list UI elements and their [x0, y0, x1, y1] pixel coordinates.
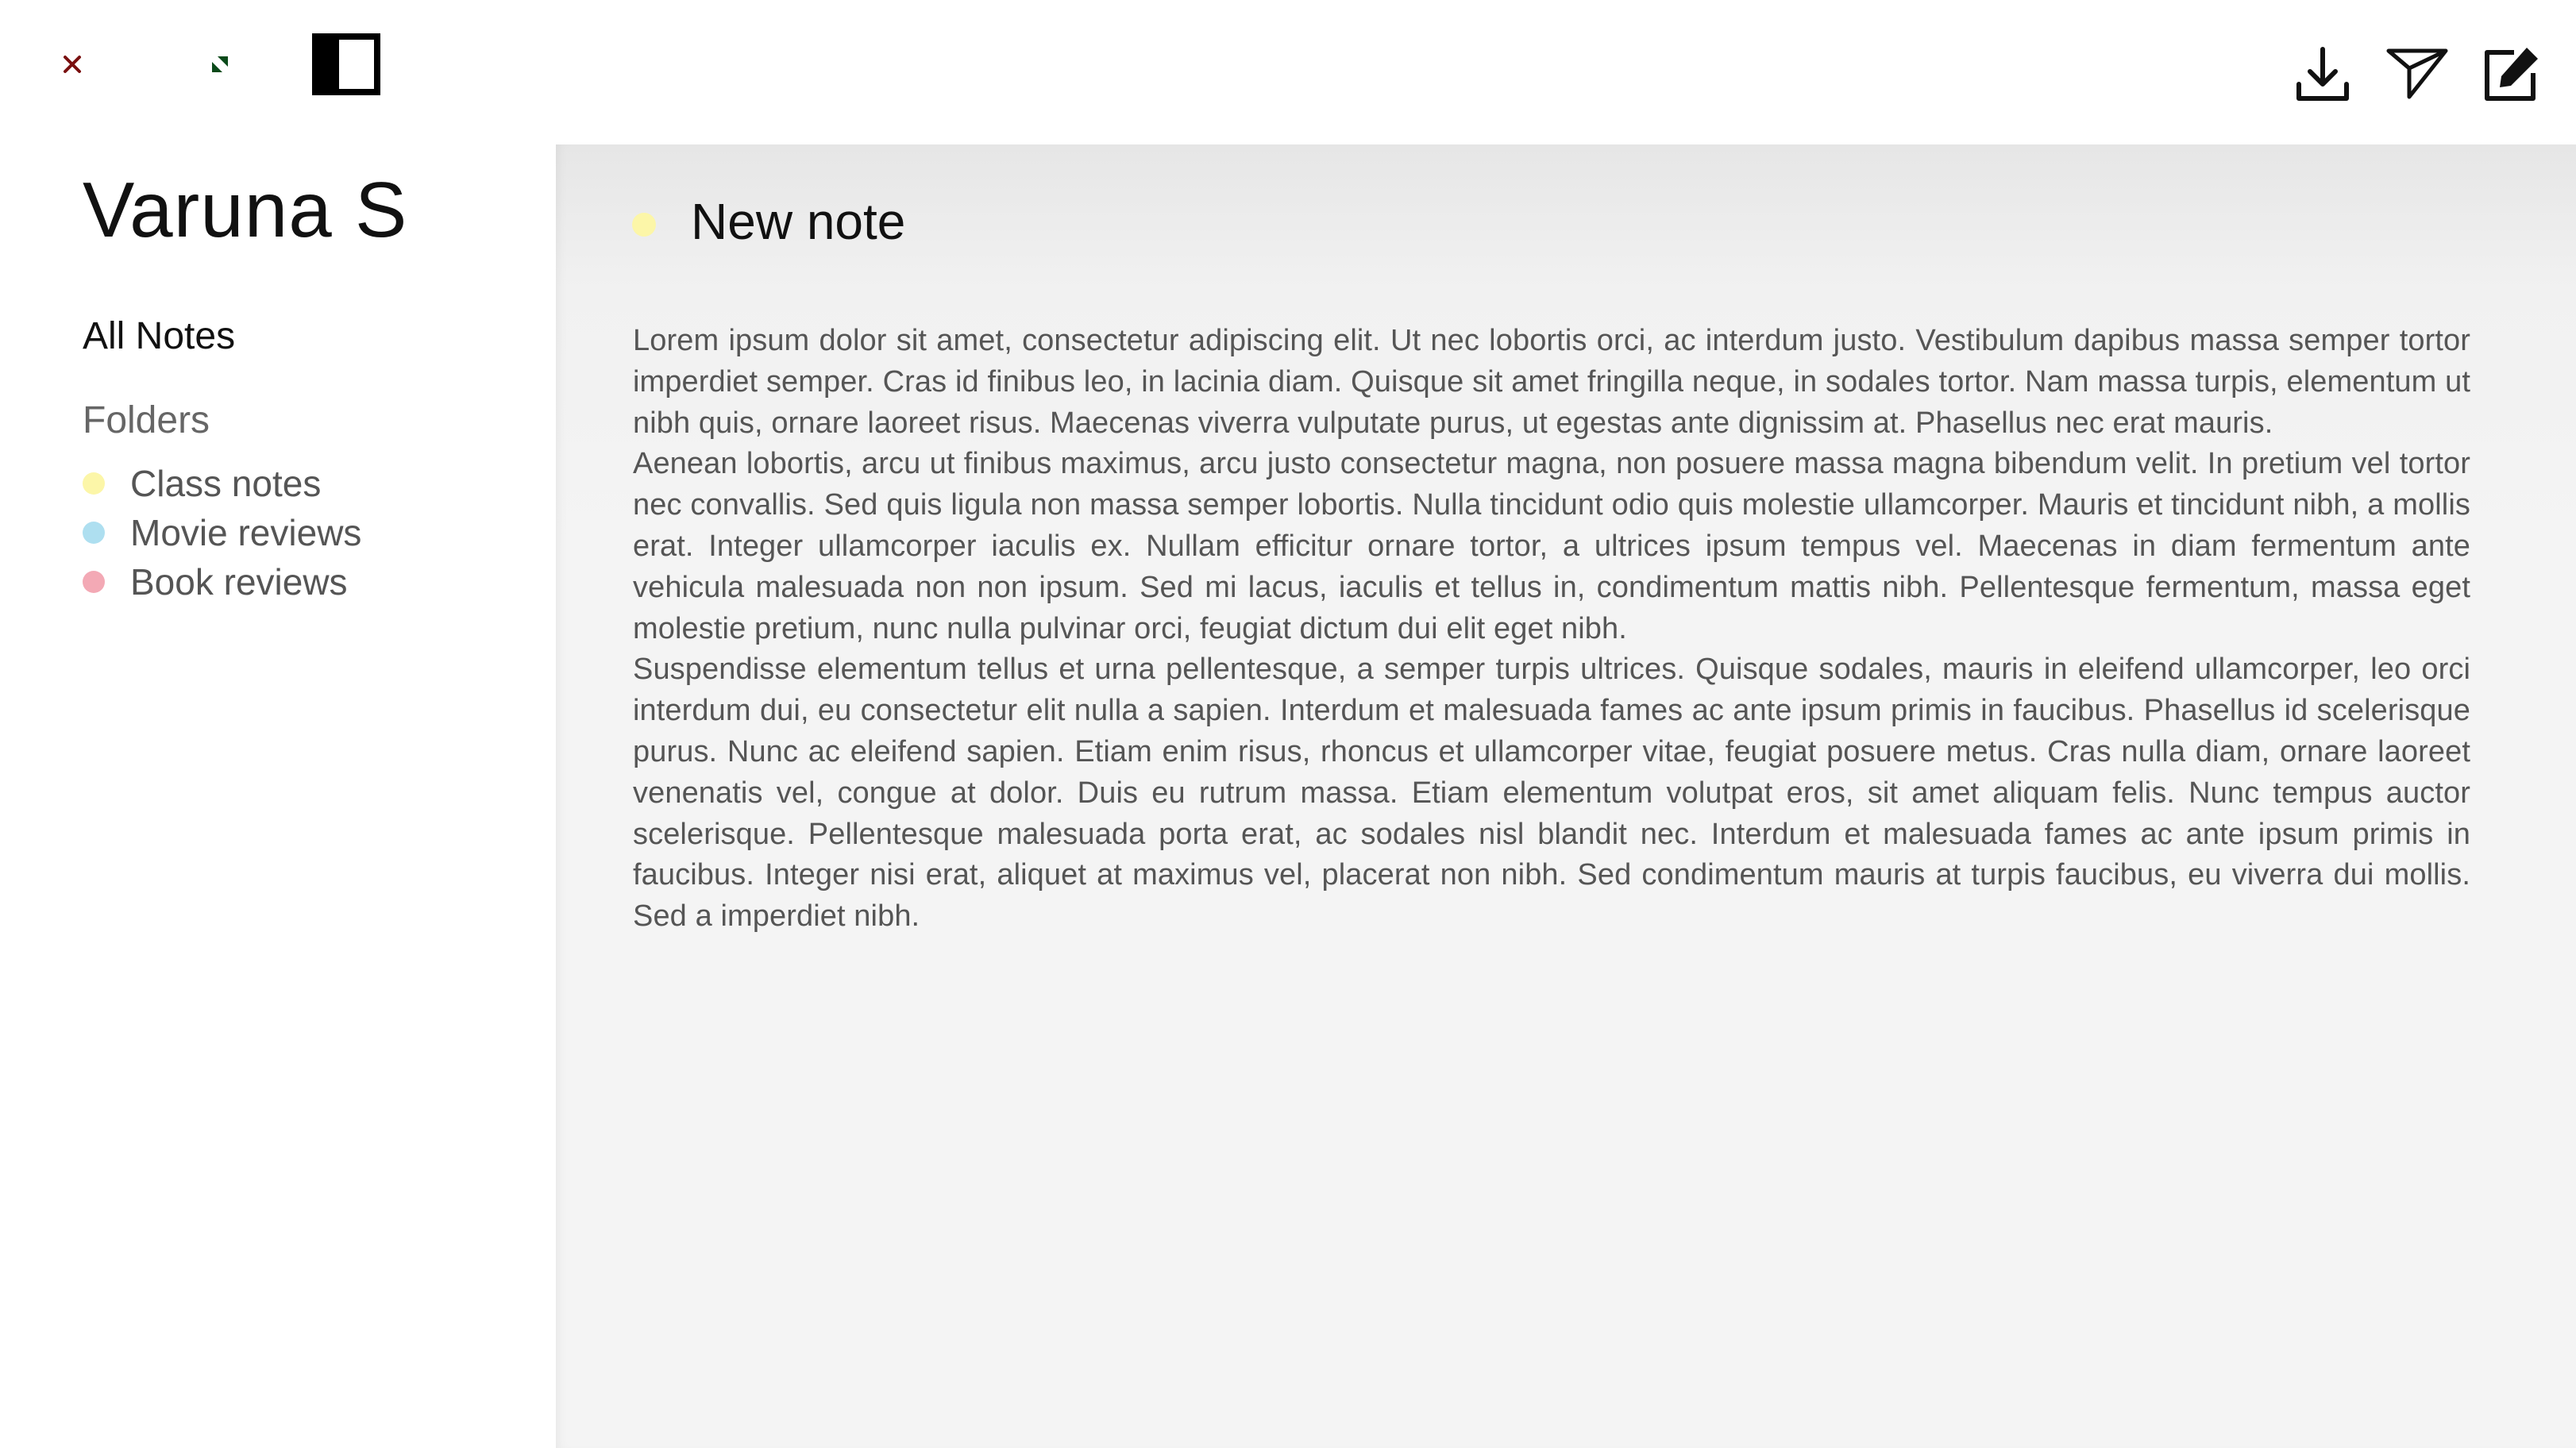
title-bar	[0, 0, 2576, 144]
folder-color-dot	[83, 472, 105, 495]
send-button[interactable]	[2385, 44, 2448, 105]
fullscreen-icon	[212, 56, 228, 72]
folder-label: Class notes	[130, 463, 322, 504]
note-body[interactable]: Lorem ipsum dolor sit amet, consectetur …	[633, 321, 2470, 938]
folder-color-dot	[83, 571, 105, 593]
zoom-window-button[interactable]	[195, 40, 245, 89]
folder-label: Movie reviews	[130, 512, 362, 553]
close-window-button[interactable]	[48, 40, 97, 89]
folders-heading: Folders	[83, 399, 210, 441]
folder-item-movie-reviews[interactable]: Movie reviews	[83, 508, 361, 557]
folder-list: Class notes Movie reviews Book reviews	[83, 459, 361, 607]
folder-item-book-reviews[interactable]: Book reviews	[83, 557, 361, 607]
folder-item-class-notes[interactable]: Class notes	[83, 459, 361, 508]
download-button[interactable]	[2293, 44, 2353, 105]
minimize-window-button[interactable]	[121, 40, 171, 89]
note-folder-dot	[632, 213, 656, 237]
compose-button[interactable]	[2481, 44, 2541, 105]
folder-label: Book reviews	[130, 561, 348, 603]
note-editor: New note Lorem ipsum dolor sit amet, con…	[556, 144, 2576, 1448]
sidebar-item-all-notes[interactable]: All Notes	[83, 314, 235, 358]
download-icon	[2296, 47, 2349, 101]
note-paragraph: Aenean lobortis, arcu ut finibus maximus…	[633, 447, 2470, 645]
notes-app-window: Varuna S All Notes Folders Class notes M…	[0, 0, 2576, 1448]
user-name: Varuna S	[83, 166, 408, 253]
note-paragraph: Lorem ipsum dolor sit amet, consectetur …	[633, 324, 2470, 440]
compose-icon	[2485, 48, 2538, 101]
sidebar-toggle-icon	[312, 33, 380, 95]
note-paragraph: Suspendisse elementum tellus et urna pel…	[633, 653, 2470, 934]
close-icon	[64, 56, 81, 73]
sidebar-toggle-button[interactable]	[312, 33, 380, 95]
send-icon	[2386, 48, 2448, 99]
folder-color-dot	[83, 522, 105, 544]
sidebar: Varuna S All Notes Folders Class notes M…	[0, 144, 556, 1448]
note-title[interactable]: New note	[691, 192, 905, 251]
